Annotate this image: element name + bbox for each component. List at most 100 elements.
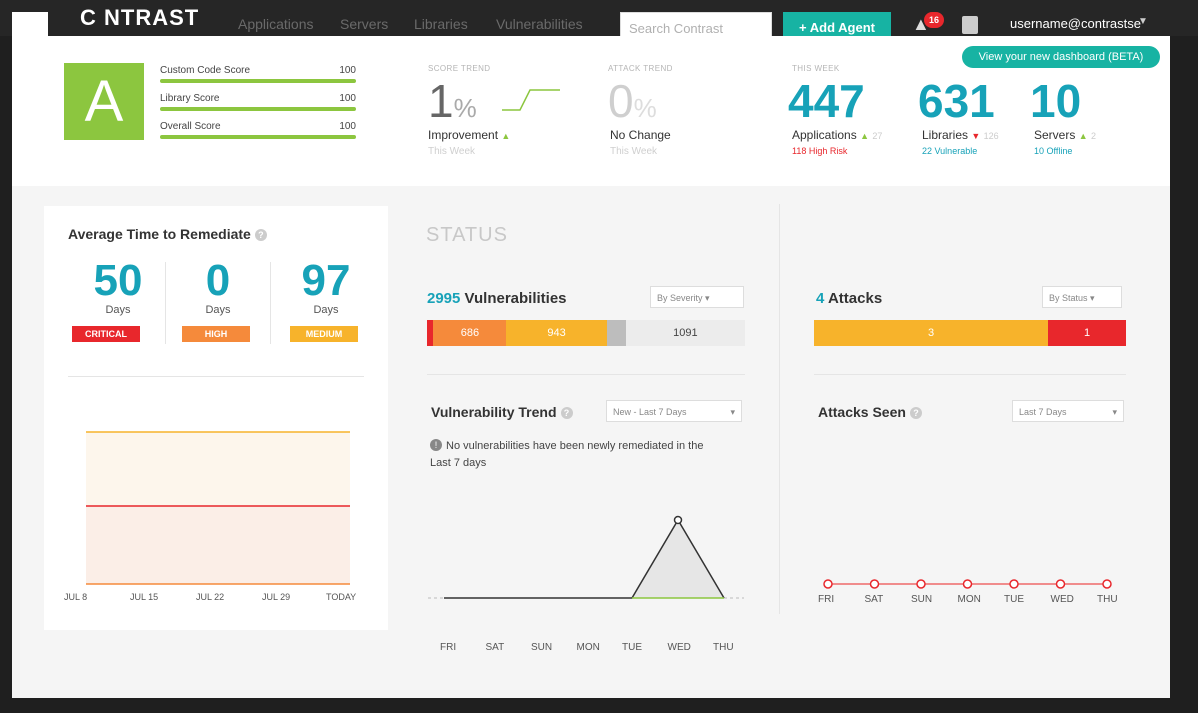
vulnerabilities-count[interactable]: 2995: [427, 290, 460, 307]
help-icon[interactable]: ?: [560, 407, 573, 419]
x-axis-label: THU: [1097, 594, 1118, 605]
score-trend-caption-text: Improvement: [428, 128, 499, 142]
dashboard-main: A Custom Code Score 100 Library Score 10…: [12, 36, 1170, 698]
score-trend-value: 1%: [428, 74, 477, 128]
divider: [427, 374, 745, 375]
applications-high-risk[interactable]: 118 High Risk: [792, 146, 847, 156]
attacks-point[interactable]: [869, 579, 880, 589]
trend-peak-point[interactable]: [673, 515, 683, 525]
bar-segment[interactable]: 686: [433, 320, 507, 346]
sparkline-line: [502, 89, 560, 111]
up-arrow-icon: ▲: [501, 131, 511, 141]
critical-days-unit: Days: [105, 304, 131, 316]
username-menu[interactable]: username@contrastse: [1010, 16, 1141, 31]
applications-count[interactable]: 447: [788, 74, 865, 128]
vuln-trend-title-text: Vulnerability Trend: [431, 404, 557, 420]
score-label: Custom Code Score: [160, 65, 251, 76]
servers-offline[interactable]: 10 Offline: [1034, 146, 1072, 156]
x-axis-label: TUE: [1004, 594, 1024, 605]
attack-group-dropdown-value: By Status: [1049, 293, 1088, 303]
bar-segment[interactable]: [606, 320, 626, 346]
score-label: Library Score: [160, 93, 220, 104]
add-agent-button[interactable]: + Add Agent: [783, 12, 891, 38]
libraries-label-text: Libraries: [922, 128, 969, 142]
attacks-point[interactable]: [1055, 579, 1066, 589]
vuln-trend-title: Vulnerability Trend?: [431, 404, 573, 420]
vuln-trend-range-value: New - Last 7 Days: [613, 407, 687, 417]
x-axis-label: TUE: [622, 642, 642, 653]
notification-count-badge: 16: [924, 12, 944, 28]
critical-tag: CRITICAL: [72, 326, 140, 342]
vuln-trend-range-dropdown[interactable]: New - Last 7 Days ▾: [606, 400, 742, 422]
score-bar: [160, 107, 356, 111]
attacks-seen-title-text: Attacks Seen: [818, 404, 906, 420]
vulnerability-severity-bar[interactable]: 686 943 1091: [427, 320, 745, 346]
attacks-heading: 4 Attacks: [816, 290, 882, 307]
score-value: 100: [339, 65, 356, 76]
up-arrow-icon: ▲: [860, 131, 869, 141]
bar-segment[interactable]: 3: [814, 320, 1048, 346]
attacks-point[interactable]: [1009, 579, 1019, 589]
attacks-point[interactable]: [1102, 579, 1112, 589]
high-days-unit: Days: [205, 304, 231, 316]
x-axis-label: THU: [713, 642, 734, 653]
x-axis-label: TODAY: [326, 592, 357, 602]
servers-label: Servers ▲ 2: [1034, 128, 1096, 142]
attacks-point[interactable]: [823, 579, 833, 589]
attacks-point[interactable]: [962, 579, 973, 589]
vulnerabilities-heading: 2995 Vulnerabilities: [427, 290, 567, 307]
score-value: 100: [339, 93, 356, 104]
score-trend-sparkline: [502, 89, 560, 111]
vuln-trend-note-text: No vulnerabilities have been newly remed…: [430, 440, 704, 469]
search-input[interactable]: Search Contrast: [620, 12, 772, 38]
nav-applications[interactable]: Applications: [238, 16, 314, 32]
summary-strip: A Custom Code Score 100 Library Score 10…: [12, 36, 1170, 186]
nav-servers[interactable]: Servers: [340, 16, 388, 32]
attack-trend-label: ATTACK TREND: [608, 64, 673, 73]
chevron-down-icon[interactable]: ▼: [1138, 16, 1148, 27]
section-divider: [779, 204, 780, 614]
avatar[interactable]: [962, 16, 978, 34]
critical-days-value: 50: [93, 256, 143, 305]
attacks-count[interactable]: 4: [816, 290, 824, 307]
high-days-value: 0: [205, 256, 231, 305]
applications-delta: 27: [872, 131, 883, 141]
critical-band: [86, 506, 350, 584]
vuln-trend-note: ! No vulnerabilities have been newly reme…: [430, 438, 720, 472]
x-axis-label: SAT: [864, 594, 884, 605]
vuln-group-dropdown[interactable]: By Severity ▾: [650, 286, 744, 308]
nav-libraries[interactable]: Libraries: [414, 16, 468, 32]
view-new-dashboard-button[interactable]: View your new dashboard (BETA): [962, 46, 1160, 68]
servers-delta: 2: [1090, 131, 1096, 141]
bar-segment[interactable]: 943: [506, 320, 607, 346]
help-icon[interactable]: ?: [909, 407, 922, 419]
libraries-vulnerable[interactable]: 22 Vulnerable: [922, 146, 977, 156]
medium-days-unit: Days: [313, 304, 339, 316]
medium-tag: MEDIUM: [290, 326, 358, 342]
medium-days-value: 97: [301, 256, 351, 305]
attacks-point[interactable]: [916, 579, 926, 589]
libraries-count[interactable]: 631: [918, 74, 995, 128]
bar-segment[interactable]: 1: [1048, 320, 1126, 346]
bar-segment[interactable]: 1091: [625, 320, 745, 346]
attacks-label: Attacks: [827, 290, 883, 307]
attack-group-dropdown[interactable]: By Status ▾: [1042, 286, 1122, 308]
servers-count[interactable]: 10: [1030, 74, 1081, 128]
attack-trend-number: 0: [608, 75, 634, 127]
nav-vulnerabilities[interactable]: Vulnerabilities: [496, 16, 583, 32]
down-arrow-icon: ▼: [971, 131, 981, 141]
libraries-delta: 126: [983, 131, 999, 141]
applications-label: Applications ▲ 27: [792, 128, 882, 142]
attacks-seen-range-dropdown[interactable]: Last 7 Days ▾: [1012, 400, 1124, 422]
chevron-down-icon: ▾: [730, 407, 735, 417]
contrast-logo[interactable]: C NTRAST: [80, 5, 199, 31]
x-axis-label: JUL 22: [196, 592, 225, 602]
x-axis-label: SAT: [485, 642, 505, 653]
vulnerabilities-label: Vulnerabilities: [464, 290, 567, 307]
attack-status-bar[interactable]: 31: [814, 320, 1126, 346]
libraries-label: Libraries ▼ 126: [922, 128, 999, 142]
score-trend-unit: %: [453, 93, 477, 123]
attack-trend-sub: This Week: [610, 146, 658, 157]
attacks-seen-chart: [823, 579, 1112, 589]
help-icon[interactable]: ?: [254, 229, 267, 241]
